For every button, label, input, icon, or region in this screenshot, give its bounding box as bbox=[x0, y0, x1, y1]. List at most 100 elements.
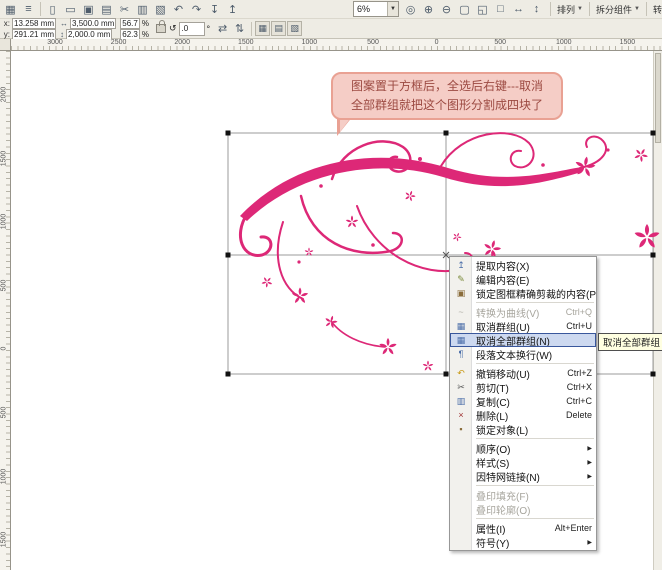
new-document-icon[interactable]: ▯ bbox=[44, 1, 61, 18]
scale-y-field[interactable]: 62.3 bbox=[120, 29, 140, 40]
copy-icon: ▥ bbox=[454, 396, 468, 407]
context-menu-item[interactable]: 样式(S)▶ bbox=[450, 455, 596, 469]
context-menu-item[interactable]: ▪锁定对象(L) bbox=[450, 422, 596, 436]
undo-icon: ↶ bbox=[454, 368, 468, 379]
zoom-level-combo[interactable]: 6% ▼ bbox=[353, 1, 399, 17]
property-bar-extra-button[interactable]: ▤ bbox=[271, 21, 286, 36]
open-folder-icon[interactable]: ▭ bbox=[62, 1, 79, 18]
coreldraw-window: ▦≡ ▯▭▣▤✂▥▧↶↷↧↥ 6% ▼ ◎⊕⊖▢◱□↔↕ 排列▼拆分组件▼转换▼… bbox=[0, 0, 662, 570]
text-wrap-icon: ¶ bbox=[454, 349, 468, 359]
undo-icon[interactable]: ↶ bbox=[170, 1, 187, 18]
percent-label: % bbox=[142, 30, 149, 39]
context-menu-item[interactable]: 叠印轮廓(O) bbox=[450, 502, 596, 516]
zoom-width-icon[interactable]: ↔ bbox=[510, 1, 527, 18]
curves-icon: ~ bbox=[454, 307, 468, 317]
grid-icon[interactable]: ▦ bbox=[2, 1, 19, 18]
scale-x-field[interactable]: 56.7 bbox=[120, 18, 140, 29]
export-icon[interactable]: ↥ bbox=[224, 1, 241, 18]
toolbar-text-button-1[interactable]: 拆分组件▼ bbox=[593, 1, 643, 18]
property-bar: x:13.258 mm y:291.21 mm ↔3,500.0 mm ↕2,0… bbox=[0, 19, 662, 39]
submenu-arrow-icon: ▶ bbox=[587, 473, 592, 480]
scrollbar-thumb[interactable] bbox=[655, 53, 661, 143]
scale-fields[interactable]: 56.7% 62.3% bbox=[120, 18, 149, 40]
v-ruler-label: 500 bbox=[1, 275, 8, 295]
submenu-arrow-icon: ▶ bbox=[587, 445, 592, 452]
context-menu-item[interactable]: ▣锁定图框精确剪裁的内容(P) bbox=[450, 286, 596, 300]
context-menu-item[interactable]: 因特网链接(N)▶ bbox=[450, 469, 596, 483]
ruler-origin-corner[interactable] bbox=[0, 39, 11, 51]
menu-item-label: 锁定对象(L) bbox=[476, 422, 528, 436]
horizontal-ruler[interactable]: 30002500200015001000500050010001500 bbox=[11, 39, 662, 51]
h-ruler-label: 1500 bbox=[238, 39, 254, 46]
context-menu-item[interactable]: ¶段落文本换行(W) bbox=[450, 347, 596, 361]
y-position-field[interactable]: 291.21 mm bbox=[12, 29, 56, 40]
rotation-field[interactable]: .0 bbox=[179, 22, 205, 36]
mirror-vertical-icon[interactable]: ⇅ bbox=[231, 20, 248, 37]
zoom-in-icon[interactable]: ⊕ bbox=[420, 1, 437, 18]
callout-text-line1: 图案置于方框后，全选后右键---取消 bbox=[351, 77, 543, 96]
menu-item-label: 取消群组(U) bbox=[476, 319, 530, 333]
context-menu-item[interactable]: 属性(I)Alt+Enter bbox=[450, 521, 596, 535]
import-icon[interactable]: ↧ bbox=[206, 1, 223, 18]
object-size-fields[interactable]: ↔3,500.0 mm ↕2,000.0 mm bbox=[60, 18, 116, 40]
zoom-all-icon[interactable]: ◱ bbox=[474, 1, 491, 18]
context-menu-item[interactable]: 叠印填充(F) bbox=[450, 488, 596, 502]
v-ruler-label: 2000 bbox=[1, 85, 8, 105]
zoom-page-icon[interactable]: □ bbox=[492, 1, 509, 18]
lock-ratio-icon[interactable] bbox=[156, 24, 166, 33]
vertical-scrollbar[interactable] bbox=[653, 51, 662, 570]
zoom-height-icon[interactable]: ↕ bbox=[528, 1, 545, 18]
context-menu-item[interactable]: 顺序(O)▶ bbox=[450, 441, 596, 455]
h-ruler-label: 3000 bbox=[47, 39, 63, 46]
ungroup-icon: ▦ bbox=[454, 321, 468, 332]
toolbar-text-button-label: 转换 bbox=[653, 3, 662, 16]
print-icon[interactable]: ▤ bbox=[98, 1, 115, 18]
property-bar-extra-button[interactable]: ▧ bbox=[287, 21, 302, 36]
menu-item-shortcut: Ctrl+X bbox=[561, 382, 592, 392]
menu-item-shortcut: Delete bbox=[560, 410, 592, 420]
context-menu-item[interactable]: ~转换为曲线(V)Ctrl+Q bbox=[450, 305, 596, 319]
context-menu-item[interactable]: ✎编辑内容(E) bbox=[450, 272, 596, 286]
menu-icon[interactable]: ≡ bbox=[20, 1, 37, 18]
redo-icon[interactable]: ↷ bbox=[188, 1, 205, 18]
context-menu-item[interactable]: ▥复制(C)Ctrl+C bbox=[450, 394, 596, 408]
menu-item-label: 取消全部群组(N) bbox=[476, 333, 550, 347]
context-menu-item[interactable]: ↥提取内容(X) bbox=[450, 258, 596, 272]
paste-icon[interactable]: ▧ bbox=[152, 1, 169, 18]
v-ruler-label: 1500 bbox=[1, 530, 8, 550]
x-position-field[interactable]: 13.258 mm bbox=[12, 18, 56, 29]
zoom-tool-icon[interactable]: ◎ bbox=[402, 1, 419, 18]
zoom-selected-icon[interactable]: ▢ bbox=[456, 1, 473, 18]
h-ruler-label: 1500 bbox=[620, 39, 636, 46]
mirror-horizontal-icon[interactable]: ⇄ bbox=[214, 20, 231, 37]
menu-item-label: 叠印填充(F) bbox=[476, 488, 529, 502]
context-menu-item[interactable]: 符号(Y)▶ bbox=[450, 535, 596, 549]
submenu-arrow-icon: ▶ bbox=[587, 459, 592, 466]
h-ruler-label: 500 bbox=[367, 39, 379, 46]
width-field[interactable]: 3,500.0 mm bbox=[70, 18, 116, 29]
context-menu-item[interactable]: ↶撤销移动(U)Ctrl+Z bbox=[450, 366, 596, 380]
toolbar-text-buttons-group: 排列▼ 拆分组件▼ 转换▼ bbox=[547, 1, 662, 18]
ungroup-all-icon: ▦ bbox=[454, 335, 468, 346]
cut-icon[interactable]: ✂ bbox=[116, 1, 133, 18]
chevron-down-icon[interactable]: ▼ bbox=[387, 2, 398, 16]
toolbar-text-button-0[interactable]: 排列▼ bbox=[554, 1, 586, 18]
height-field[interactable]: 2,000.0 mm bbox=[66, 29, 112, 40]
toolbar-text-button-label: 排列 bbox=[557, 3, 575, 16]
property-bar-extra-button[interactable]: ▦ bbox=[255, 21, 270, 36]
menu-item-label: 叠印轮廓(O) bbox=[476, 502, 530, 516]
zoom-out-icon[interactable]: ⊖ bbox=[438, 1, 455, 18]
rotation-group: ↺ .0 ° bbox=[169, 22, 210, 36]
vertical-ruler[interactable]: 200015001000500050010001500 bbox=[0, 51, 11, 570]
annotation-callout: 图案置于方框后，全选后右键---取消 全部群组就把这个图形分割成四块了 bbox=[331, 72, 563, 120]
context-menu-item[interactable]: ▦ 取消全部群组(N) bbox=[450, 333, 596, 347]
menu-item-shortcut: Ctrl+C bbox=[560, 396, 592, 406]
context-menu-item[interactable]: ×删除(L)Delete bbox=[450, 408, 596, 422]
context-menu-item[interactable]: ✂剪切(T)Ctrl+X bbox=[450, 380, 596, 394]
save-icon[interactable]: ▣ bbox=[80, 1, 97, 18]
context-menu-item[interactable]: ▦取消群组(U)Ctrl+U bbox=[450, 319, 596, 333]
h-ruler-label: 2500 bbox=[111, 39, 127, 46]
copy-icon[interactable]: ▥ bbox=[134, 1, 151, 18]
toolbar-text-button-2[interactable]: 转换▼ bbox=[650, 1, 662, 18]
object-position-fields[interactable]: x:13.258 mm y:291.21 mm bbox=[2, 18, 56, 40]
